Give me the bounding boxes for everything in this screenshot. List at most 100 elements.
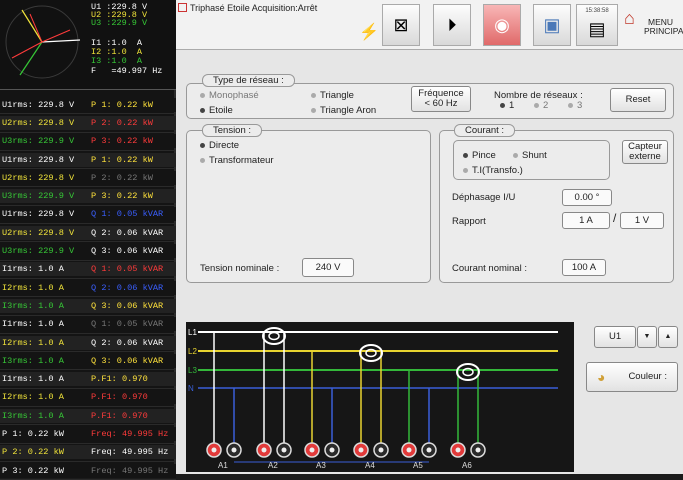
chevron-down-icon: ▼	[643, 333, 651, 340]
terminal-core	[475, 447, 481, 453]
measurement-row: U1rms: 229.8 VQ 1: 0.05 kVAR	[0, 206, 176, 225]
frequency-button[interactable]: Fréquence < 60 Hz	[411, 86, 471, 112]
terminal-core	[281, 447, 287, 453]
external-sensor-button[interactable]: Capteur externe	[622, 140, 668, 164]
main-menu-button[interactable]: ⌂ MENU PRINCIPAL	[622, 4, 683, 46]
terminal-core	[329, 447, 335, 453]
calendar-icon: ▤	[588, 19, 606, 39]
menu-label-2: PRINCIPAL	[644, 26, 683, 36]
measurement-row: I1rms: 1.0 AQ 1: 0.05 kVAR	[0, 261, 176, 279]
label-n: N	[188, 384, 194, 393]
measurement-primary: U2rms: 229.8 V	[0, 115, 89, 130]
radio-dot	[513, 152, 518, 158]
measurement-primary: I1rms: 1.0 A	[0, 262, 89, 277]
radio-transformateur[interactable]: Transformateur	[200, 155, 274, 166]
measurement-primary: I2rms: 1.0 A	[0, 390, 89, 405]
clamp-1	[262, 327, 286, 345]
radio-label: 3	[577, 100, 583, 111]
measurement-row: I3rms: 1.0 AQ 3: 0.06 kVAR	[0, 297, 176, 316]
nominal-current-field[interactable]: 100 A	[562, 259, 606, 276]
radio-dot	[534, 102, 539, 108]
measurement-primary: U1rms: 229.8 V	[0, 97, 89, 112]
terminal-core	[231, 447, 237, 453]
channel-label: A3	[316, 461, 326, 470]
measurement-row: I2rms: 1.0 AQ 2: 0.06 kVAR	[0, 279, 176, 298]
ratio-voltage-field[interactable]: 1 V	[620, 212, 664, 229]
radio-pince[interactable]: Pince	[463, 150, 496, 161]
terminal-group: A1 A2 A3 A4 A5 A6	[206, 442, 486, 470]
measurement-secondary: Freq: 49.995 Hz	[89, 463, 176, 478]
reset-button[interactable]: Reset	[610, 88, 666, 112]
measurement-primary: U1rms: 229.8 V	[0, 207, 89, 222]
radio-etoile[interactable]: Etoile	[200, 105, 233, 116]
nominal-voltage-field[interactable]: 240 V	[302, 258, 354, 277]
record-button[interactable]: ◉	[483, 4, 521, 46]
clock-text: 15:38:58	[585, 8, 609, 14]
radio-ti[interactable]: T.I(Transfo.)	[463, 165, 523, 176]
clock-button[interactable]: 15:38:58 ▤	[576, 4, 618, 46]
u3-readout: U3 :229.9 V	[91, 18, 148, 28]
signal-select-value: U1	[609, 331, 622, 342]
measurement-primary: I1rms: 1.0 A	[0, 317, 89, 332]
wiring-diagram: L1 L2 L3 N A1 A2 A3 A4 A5 A6	[186, 322, 574, 472]
radio-triangle[interactable]: Triangle	[311, 90, 354, 101]
measurement-row: U3rms: 229.9 VP 3: 0.22 kW	[0, 133, 176, 151]
color-button[interactable]: ◕ Couleur :	[586, 362, 678, 392]
clamp-1-inner	[268, 331, 280, 341]
measurement-primary: I1rms: 1.0 A	[0, 372, 89, 387]
measurement-secondary: P 3: 0.22 kW	[89, 134, 176, 149]
signal-select[interactable]: U1	[594, 326, 636, 348]
terminal-core	[426, 447, 432, 453]
clamp-2	[359, 344, 383, 362]
radio-shunt[interactable]: Shunt	[513, 150, 547, 161]
ratio-current-field[interactable]: 1 A	[562, 212, 610, 229]
radio-triangle-aron[interactable]: Triangle Aron	[311, 105, 376, 116]
measurement-row: I2rms: 1.0 A P.F1: 0.970	[0, 389, 176, 408]
measurement-secondary: Freq: 49.995 Hz	[89, 426, 176, 441]
measurement-secondary: Q 3: 0.06 kVAR	[89, 244, 176, 259]
measurement-secondary: P 2: 0.22 kW	[89, 170, 176, 185]
select-down-button[interactable]: ▼	[637, 326, 657, 348]
measurement-primary: I3rms: 1.0 A	[0, 353, 89, 368]
network-type-legend: Type de réseau :	[202, 74, 295, 87]
external-sensor-label-2: externe	[629, 151, 661, 162]
measurement-row: U2rms: 229.8 VP 2: 0.22 kW	[0, 169, 176, 188]
measurement-row: P 1: 0.22 kW Freq: 49.995 Hz	[0, 425, 176, 444]
network-count-2[interactable]: 2	[534, 100, 548, 111]
select-up-button[interactable]: ▲	[658, 326, 678, 348]
radio-label: Monophasé	[209, 90, 259, 101]
channel-label: A5	[413, 461, 423, 470]
wiring-svg: L1 L2 L3 N A1 A2 A3 A4 A5 A6	[188, 327, 558, 470]
label-l3: L3	[188, 366, 197, 375]
nominal-voltage-label: Tension nominale :	[200, 263, 280, 274]
measurement-primary: U1rms: 229.8 V	[0, 152, 89, 167]
terminal-core	[406, 447, 412, 453]
measurement-secondary: Q 2: 0.06 kVAR	[89, 335, 176, 350]
phase-shift-label: Déphasage I/U	[452, 192, 516, 203]
measurement-secondary: P 2: 0.22 kW	[89, 115, 176, 130]
measurement-column: U1 :229.8 V U2 :229.8 V U3 :229.9 V I1 :…	[0, 0, 176, 480]
network-count-1[interactable]: 1	[500, 100, 514, 111]
save-button[interactable]: ▣	[533, 4, 571, 46]
measurement-primary: I3rms: 1.0 A	[0, 298, 89, 313]
channel-label: A1	[218, 461, 228, 470]
measurement-row: I3rms: 1.0 A P.F1: 0.970	[0, 407, 176, 426]
measurement-secondary: P.F1: 0.970	[89, 390, 176, 405]
measurement-secondary: Q 2: 0.06 kVAR	[89, 280, 176, 295]
phase-shift-field[interactable]: 0.00 °	[562, 189, 612, 206]
measurement-primary: I3rms: 1.0 A	[0, 408, 89, 423]
play-button[interactable]: ⏵	[433, 4, 471, 46]
measurement-row: U2rms: 229.8 VP 2: 0.22 kW	[0, 114, 176, 133]
waveform-icon: ⊠	[393, 15, 409, 35]
chart-button[interactable]: ⊠	[382, 4, 420, 46]
radio-directe[interactable]: Directe	[200, 140, 239, 151]
radio-monophase[interactable]: Monophasé	[200, 90, 259, 101]
measurement-secondary: Q 3: 0.06 kVAR	[89, 298, 176, 313]
play-icon: ⏵	[447, 15, 457, 35]
radio-dot	[568, 102, 573, 108]
window-title-text: Triphasé Etoile Acquisition:Arrêt	[190, 3, 318, 13]
network-count-3[interactable]: 3	[568, 100, 582, 111]
measurement-row: I1rms: 1.0 AQ 1: 0.05 kVAR	[0, 316, 176, 334]
measurement-row: U2rms: 229.8 VQ 2: 0.06 kVAR	[0, 224, 176, 243]
radio-dot	[500, 102, 505, 108]
